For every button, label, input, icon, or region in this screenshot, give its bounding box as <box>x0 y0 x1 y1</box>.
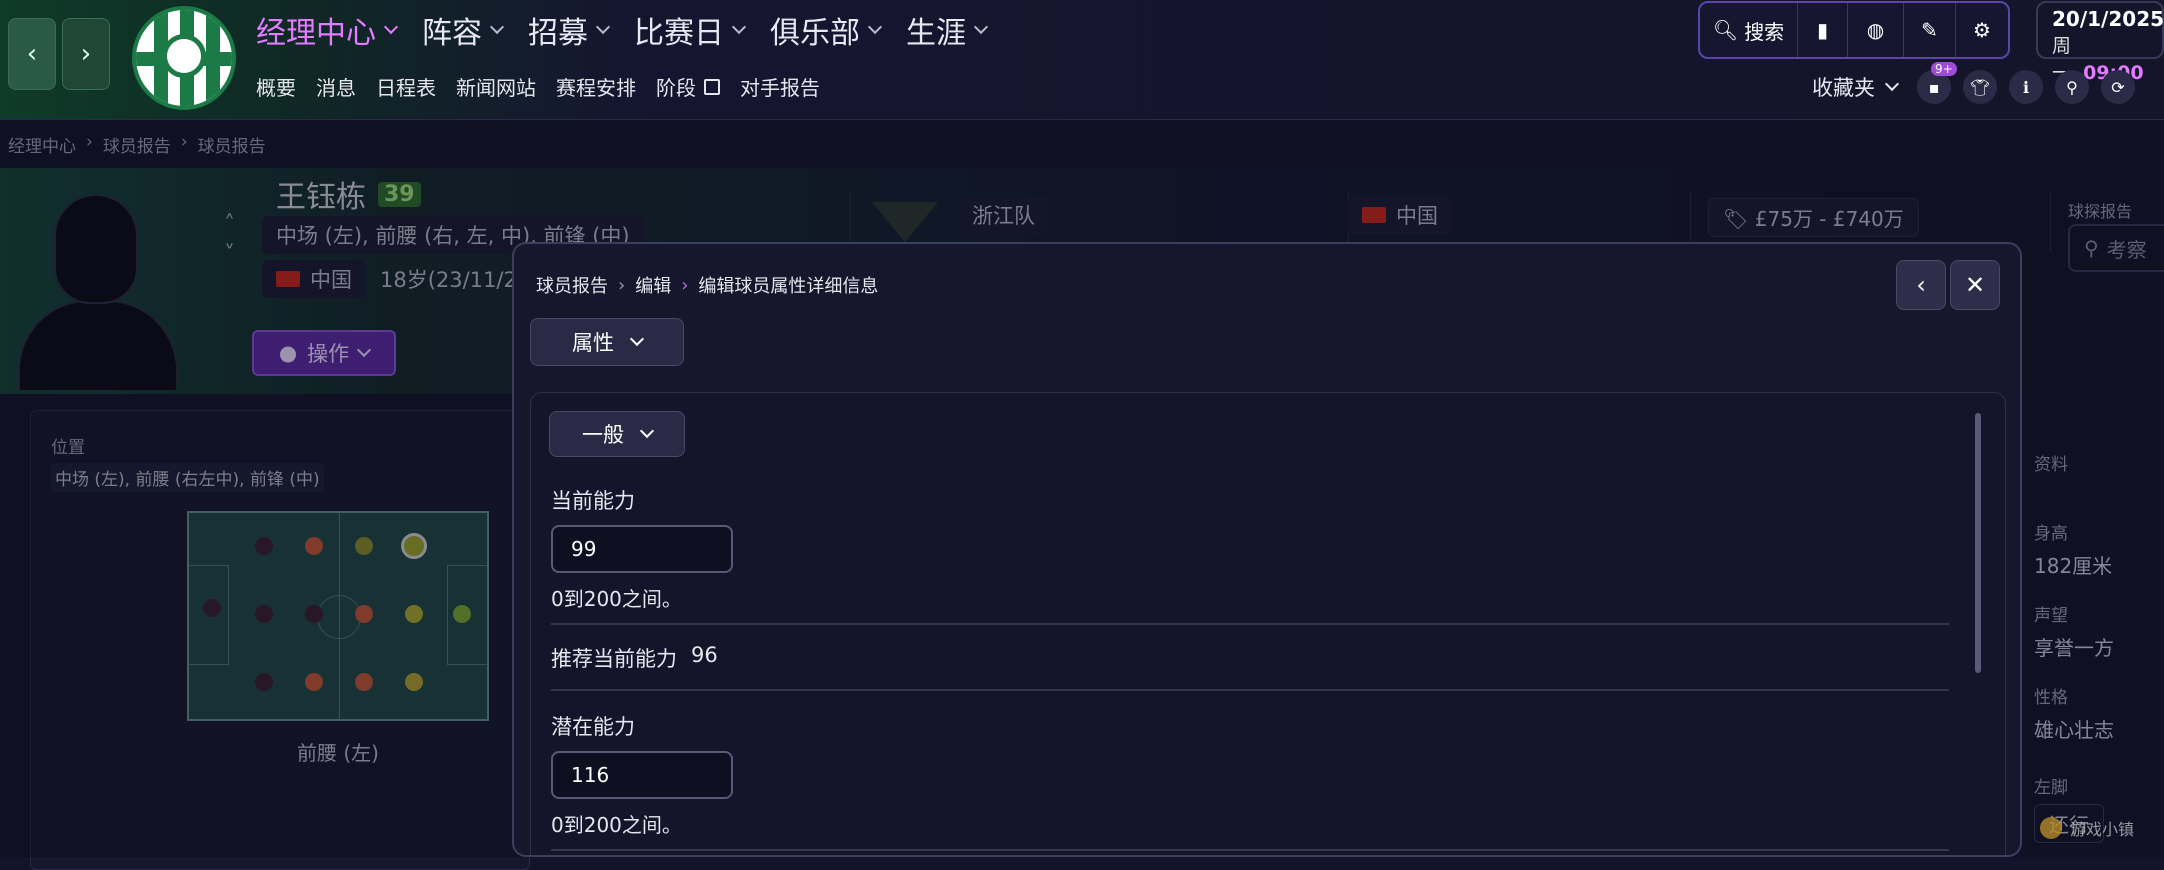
toolbar: 🔍︎ 搜索 ▮ ◍ ✎ ⚙ <box>1698 1 2010 59</box>
submenu-calendar[interactable]: 日程表 <box>376 72 436 101</box>
date-time-display[interactable]: 20/1/2025 周一 09:00 <box>2036 1 2164 84</box>
scout-button[interactable]: ⚲ <box>2055 70 2089 104</box>
menu-manager-center[interactable]: 经理中心 <box>256 8 399 52</box>
chevron-left-icon: ‹ <box>26 39 38 69</box>
chevron-right-icon: › <box>80 39 92 69</box>
search-button[interactable]: 🔍︎ 搜索 <box>1700 3 1798 57</box>
modal-close-button[interactable]: ✕ <box>1950 260 2000 310</box>
chevron-right-icon: › <box>618 274 626 296</box>
menu-club[interactable]: 俱乐部 <box>770 8 883 52</box>
search-icon: 🔍︎ <box>1712 18 1739 42</box>
scrollbar[interactable] <box>1975 413 1981 673</box>
menu-matchday[interactable]: 比赛日 <box>634 8 747 52</box>
category-dropdown-label: 属性 <box>572 331 614 355</box>
submenu-overview[interactable]: 概要 <box>256 72 296 101</box>
modal-breadcrumb-item[interactable]: 编辑 <box>635 272 671 298</box>
favorites-dropdown[interactable]: 收藏夹 <box>1812 72 1900 102</box>
info-icon: ℹ <box>2022 77 2030 97</box>
search-label: 搜索 <box>1744 19 1785 44</box>
submenu-news[interactable]: 新闻网站 <box>456 72 536 101</box>
pencil-icon: ✎ <box>1921 18 1938 42</box>
settings-button[interactable]: ⚙ <box>1956 3 2008 57</box>
watermark-text: 游戏小镇 <box>2070 820 2135 839</box>
chevron-down-icon <box>595 19 611 35</box>
edit-attributes-modal: 球员报告 › 编辑 › 编辑球员属性详细信息 ‹ ✕ 属性 一般 当前能力 0到… <box>512 242 2022 857</box>
modal-back-button[interactable]: ‹ <box>1896 260 1946 310</box>
attributes-panel: 一般 当前能力 0到200之间。 推荐当前能力 96 潜在能力 0到200之间。 <box>530 392 2006 855</box>
chevron-down-icon <box>1884 76 1900 92</box>
club-logo[interactable] <box>132 6 236 110</box>
forward-button[interactable]: › <box>62 18 110 90</box>
notification-badge: 9+ <box>1931 62 1957 76</box>
binoculars-icon: ⚲ <box>2066 77 2078 97</box>
menu-career[interactable]: 生涯 <box>906 8 989 52</box>
refresh-icon: ⟳ <box>2111 77 2125 97</box>
watermark: 游戏小镇 <box>2040 816 2134 840</box>
chevron-left-icon: ‹ <box>1916 271 1926 299</box>
menu-squad[interactable]: 阵容 <box>422 8 505 52</box>
chevron-down-icon <box>639 423 655 439</box>
recommended-ability-value: 96 <box>691 643 718 667</box>
subcategory-dropdown-label: 一般 <box>582 423 624 447</box>
chevron-down-icon <box>731 19 747 35</box>
recommended-ability-label: 推荐当前能力 <box>551 647 677 671</box>
potential-ability-input[interactable] <box>551 751 733 799</box>
close-icon: ✕ <box>1964 271 1986 299</box>
gear-icon: ⚙ <box>1973 18 1991 42</box>
globe-button[interactable]: ◍ <box>1848 3 1904 57</box>
globe-icon: ◍ <box>1866 18 1885 42</box>
current-ability-label: 当前能力 <box>551 489 635 513</box>
menu-recruitment[interactable]: 招募 <box>528 8 611 52</box>
submenu-fixtures[interactable]: 赛程安排 <box>556 72 636 101</box>
divider <box>551 623 1949 625</box>
modal-breadcrumb-current: 编辑球员属性详细信息 <box>698 276 879 297</box>
bookmark-icon: ▮ <box>1816 18 1828 42</box>
submenu-stage[interactable]: 阶段 <box>656 72 720 101</box>
chevron-right-icon: › <box>681 274 689 296</box>
bookmark-button[interactable]: ▮ <box>1798 3 1848 57</box>
category-dropdown[interactable]: 属性 <box>530 318 684 366</box>
current-ability-input[interactable] <box>551 525 733 573</box>
submenu-inbox[interactable]: 消息 <box>316 72 356 101</box>
chevron-down-icon <box>383 19 399 35</box>
date-text: 20/1/2025 <box>2052 7 2164 31</box>
back-button[interactable]: ‹ <box>8 18 56 90</box>
main-menu: 经理中心 阵容 招募 比赛日 俱乐部 生涯 <box>256 8 989 52</box>
sub-menu: 概要 消息 日程表 新闻网站 赛程安排 阶段 对手报告 <box>256 72 820 101</box>
chat-icon: ▪ <box>1928 77 1940 97</box>
top-navigation-bar: ‹ › 经理中心 阵容 招募 比赛日 俱乐部 生涯 概要 消息 日程表 新闻网站… <box>0 0 2164 120</box>
favorites-label: 收藏夹 <box>1812 76 1875 100</box>
chat-button[interactable]: ▪ 9+ <box>1917 62 1957 104</box>
shirt-button[interactable]: 👕︎ <box>1963 70 1997 104</box>
external-link-icon <box>704 78 720 95</box>
potential-ability-hint: 0到200之间。 <box>551 813 682 837</box>
chevron-down-icon <box>629 331 645 347</box>
chevron-down-icon <box>867 19 883 35</box>
chevron-down-icon <box>973 19 989 35</box>
subcategory-dropdown[interactable]: 一般 <box>549 411 685 457</box>
modal-breadcrumb-item[interactable]: 球员报告 <box>536 272 608 298</box>
chevron-down-icon <box>489 19 505 35</box>
recommended-ability-row: 推荐当前能力 96 <box>551 643 718 673</box>
current-ability-hint: 0到200之间。 <box>551 587 682 611</box>
watermark-logo-icon <box>2040 817 2062 839</box>
submenu-stage-label: 阶段 <box>656 76 696 100</box>
submenu-opponent-report[interactable]: 对手报告 <box>740 72 820 101</box>
divider <box>551 849 1949 851</box>
favorites-bar: 收藏夹 ▪ 9+ 👕︎ ℹ ⚲ ⟳ <box>1812 62 2135 104</box>
potential-ability-label: 潜在能力 <box>551 715 635 739</box>
edit-button[interactable]: ✎ <box>1904 3 1956 57</box>
modal-breadcrumb: 球员报告 › 编辑 › 编辑球员属性详细信息 <box>536 272 878 298</box>
refresh-button[interactable]: ⟳ <box>2101 70 2135 104</box>
shirt-icon: 👕︎ <box>1969 77 1991 97</box>
divider <box>551 689 1949 691</box>
info-button[interactable]: ℹ <box>2009 70 2043 104</box>
